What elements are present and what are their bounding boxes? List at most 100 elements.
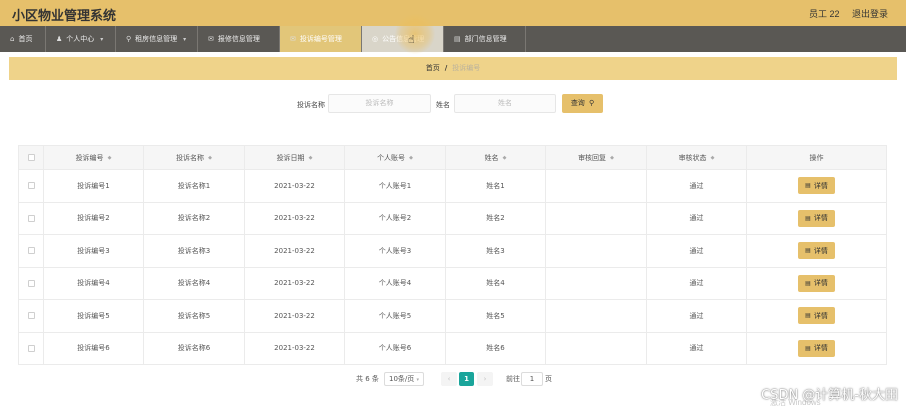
sort-icon[interactable]: ◆	[309, 155, 313, 161]
row-select-cell	[18, 202, 44, 234]
table-cell-person: 姓名6	[446, 332, 546, 364]
breadcrumb-home[interactable]: 首页	[426, 64, 440, 72]
nav-item-3[interactable]: ✉ 报修信息管理	[198, 26, 280, 52]
column-header[interactable]: 审核回复 ◆	[546, 146, 647, 169]
column-header-label: 投诉日期	[276, 153, 305, 162]
cell-value: 2021-03-22	[274, 344, 315, 353]
cell-value: 投诉编号3	[77, 246, 110, 255]
column-header-label: 审核状态	[678, 153, 707, 162]
row-select-cell	[18, 300, 44, 332]
table-cell-person: 姓名4	[446, 267, 546, 299]
table-cell-reply	[546, 235, 647, 267]
cell-value: 投诉编号4	[77, 279, 110, 288]
table-cell-status: 通过	[647, 332, 747, 364]
table-cell-name: 投诉名称5	[144, 300, 245, 332]
jump-page-input[interactable]: 1	[521, 372, 543, 386]
select-all-cell	[18, 146, 44, 169]
sort-icon[interactable]: ◆	[503, 155, 507, 161]
search-button[interactable]: 查询 ⚲	[562, 94, 603, 113]
select-all-checkbox[interactable]	[27, 154, 35, 161]
column-header[interactable]: 投诉编号 ◆	[44, 146, 144, 169]
nav-item-label: 租房信息管理	[135, 35, 178, 43]
table-cell-person: 姓名1	[446, 170, 546, 202]
breadcrumb-current: 投诉编号	[452, 64, 481, 72]
complaint-name-input[interactable]: 投诉名称	[328, 94, 431, 113]
cell-value: 个人账号1	[378, 181, 412, 190]
cell-value: 个人账号3	[378, 246, 412, 255]
table-cell-person: 姓名2	[446, 202, 546, 234]
detail-button[interactable]: ▤ 详情	[798, 177, 835, 195]
current-user[interactable]: 员工 22	[809, 9, 840, 19]
row-checkbox[interactable]	[27, 312, 35, 320]
document-icon: ▤	[805, 279, 811, 287]
page-size-select[interactable]: 10条/页 ▾	[384, 372, 425, 386]
nav-item-label: 投诉编号管理	[299, 35, 342, 43]
column-header[interactable]: 投诉名称 ◆	[144, 146, 245, 169]
cell-value: 投诉名称6	[177, 344, 211, 353]
table-cell-account: 个人账号3	[345, 235, 446, 267]
sort-icon[interactable]: ◆	[108, 155, 112, 161]
document-icon: ▤	[805, 344, 811, 352]
table-row: 投诉编号6 投诉名称6 2021-03-22 个人账号6 姓名6 通过 ▤ 详情	[18, 332, 887, 365]
table-cell-reply	[546, 170, 647, 202]
column-header[interactable]: 姓名 ◆	[446, 146, 546, 169]
logout-link[interactable]: 退出登录	[852, 9, 888, 19]
detail-button[interactable]: ▤ 详情	[798, 339, 835, 357]
row-checkbox[interactable]	[27, 214, 35, 222]
top-header: 小区物业管理系统 员工 22 退出登录	[0, 0, 906, 26]
nav-item-1[interactable]: ♟ 个人中心 ▾	[46, 26, 116, 52]
prev-page-button[interactable]: ‹	[441, 372, 457, 386]
column-header[interactable]: 个人账号 ◆	[345, 146, 446, 169]
table-cell-person: 姓名5	[446, 300, 546, 332]
row-checkbox[interactable]	[27, 247, 35, 255]
message-icon: ✉	[290, 35, 296, 43]
nav-item-2[interactable]: ⚲ 租房信息管理 ▾	[116, 26, 198, 52]
detail-button[interactable]: ▤ 详情	[798, 307, 835, 325]
cell-value: 投诉名称5	[177, 311, 211, 320]
nav-item-6[interactable]: ▤ 部门信息管理	[444, 26, 526, 52]
nav-item-label: 部门信息管理	[464, 35, 507, 43]
complaint-table: 投诉编号 ◆ 投诉名称 ◆ 投诉日期 ◆ 个人账号 ◆ 姓名 ◆ 审核回复 ◆ 审核状态 ◆ 操作 投诉编号1…	[18, 145, 887, 365]
table-cell-status: 通过	[647, 235, 747, 267]
nav-item-0[interactable]: ⌂ 首页	[0, 26, 46, 52]
sort-icon[interactable]: ◆	[711, 155, 715, 161]
location-icon: ⚲	[126, 35, 132, 43]
row-select-cell	[18, 170, 44, 202]
cell-value: 通过	[689, 246, 704, 255]
table-cell-action: ▤ 详情	[747, 170, 887, 202]
cell-value: 个人账号6	[378, 344, 412, 353]
person-name-label: 姓名	[436, 101, 450, 109]
cell-value: 2021-03-22	[274, 181, 315, 190]
column-header-label: 投诉编号	[75, 153, 104, 162]
page-number-current[interactable]: 1	[459, 372, 474, 386]
detail-button[interactable]: ▤ 详情	[798, 274, 835, 292]
document-icon: ▤	[805, 247, 811, 255]
sort-icon[interactable]: ◆	[208, 155, 212, 161]
chevron-down-icon: ▾	[100, 35, 104, 43]
nav-item-label: 首页	[18, 35, 33, 43]
person-name-input[interactable]: 姓名	[454, 94, 556, 113]
column-header[interactable]: 审核状态 ◆	[647, 146, 747, 169]
next-page-button[interactable]: ›	[477, 372, 493, 386]
nav-item-5[interactable]: ◎ 公告信息管理	[362, 26, 444, 52]
row-checkbox[interactable]	[27, 182, 35, 190]
row-checkbox[interactable]	[27, 279, 35, 287]
sort-icon[interactable]: ◆	[409, 155, 413, 161]
cell-value: 投诉编号5	[77, 311, 110, 320]
column-header[interactable]: 投诉日期 ◆	[245, 146, 345, 169]
row-checkbox[interactable]	[27, 344, 35, 352]
detail-button-label: 详情	[813, 214, 828, 223]
detail-button[interactable]: ▤ 详情	[798, 242, 835, 260]
cell-value: 姓名2	[486, 214, 505, 223]
page-size-value: 10条/页	[389, 375, 415, 383]
detail-button[interactable]: ▤ 详情	[798, 209, 835, 227]
column-header-label: 姓名	[484, 153, 499, 162]
table-cell-date: 2021-03-22	[245, 202, 345, 234]
sort-icon[interactable]: ◆	[610, 155, 614, 161]
table-cell-action: ▤ 详情	[747, 235, 887, 267]
column-header-label: 投诉名称	[176, 153, 205, 162]
cell-value: 姓名4	[486, 279, 505, 288]
nav-item-4[interactable]: ✉ 投诉编号管理	[280, 26, 362, 52]
pointer-cursor-icon: ☝	[408, 34, 415, 46]
cell-value: 2021-03-22	[274, 279, 315, 288]
